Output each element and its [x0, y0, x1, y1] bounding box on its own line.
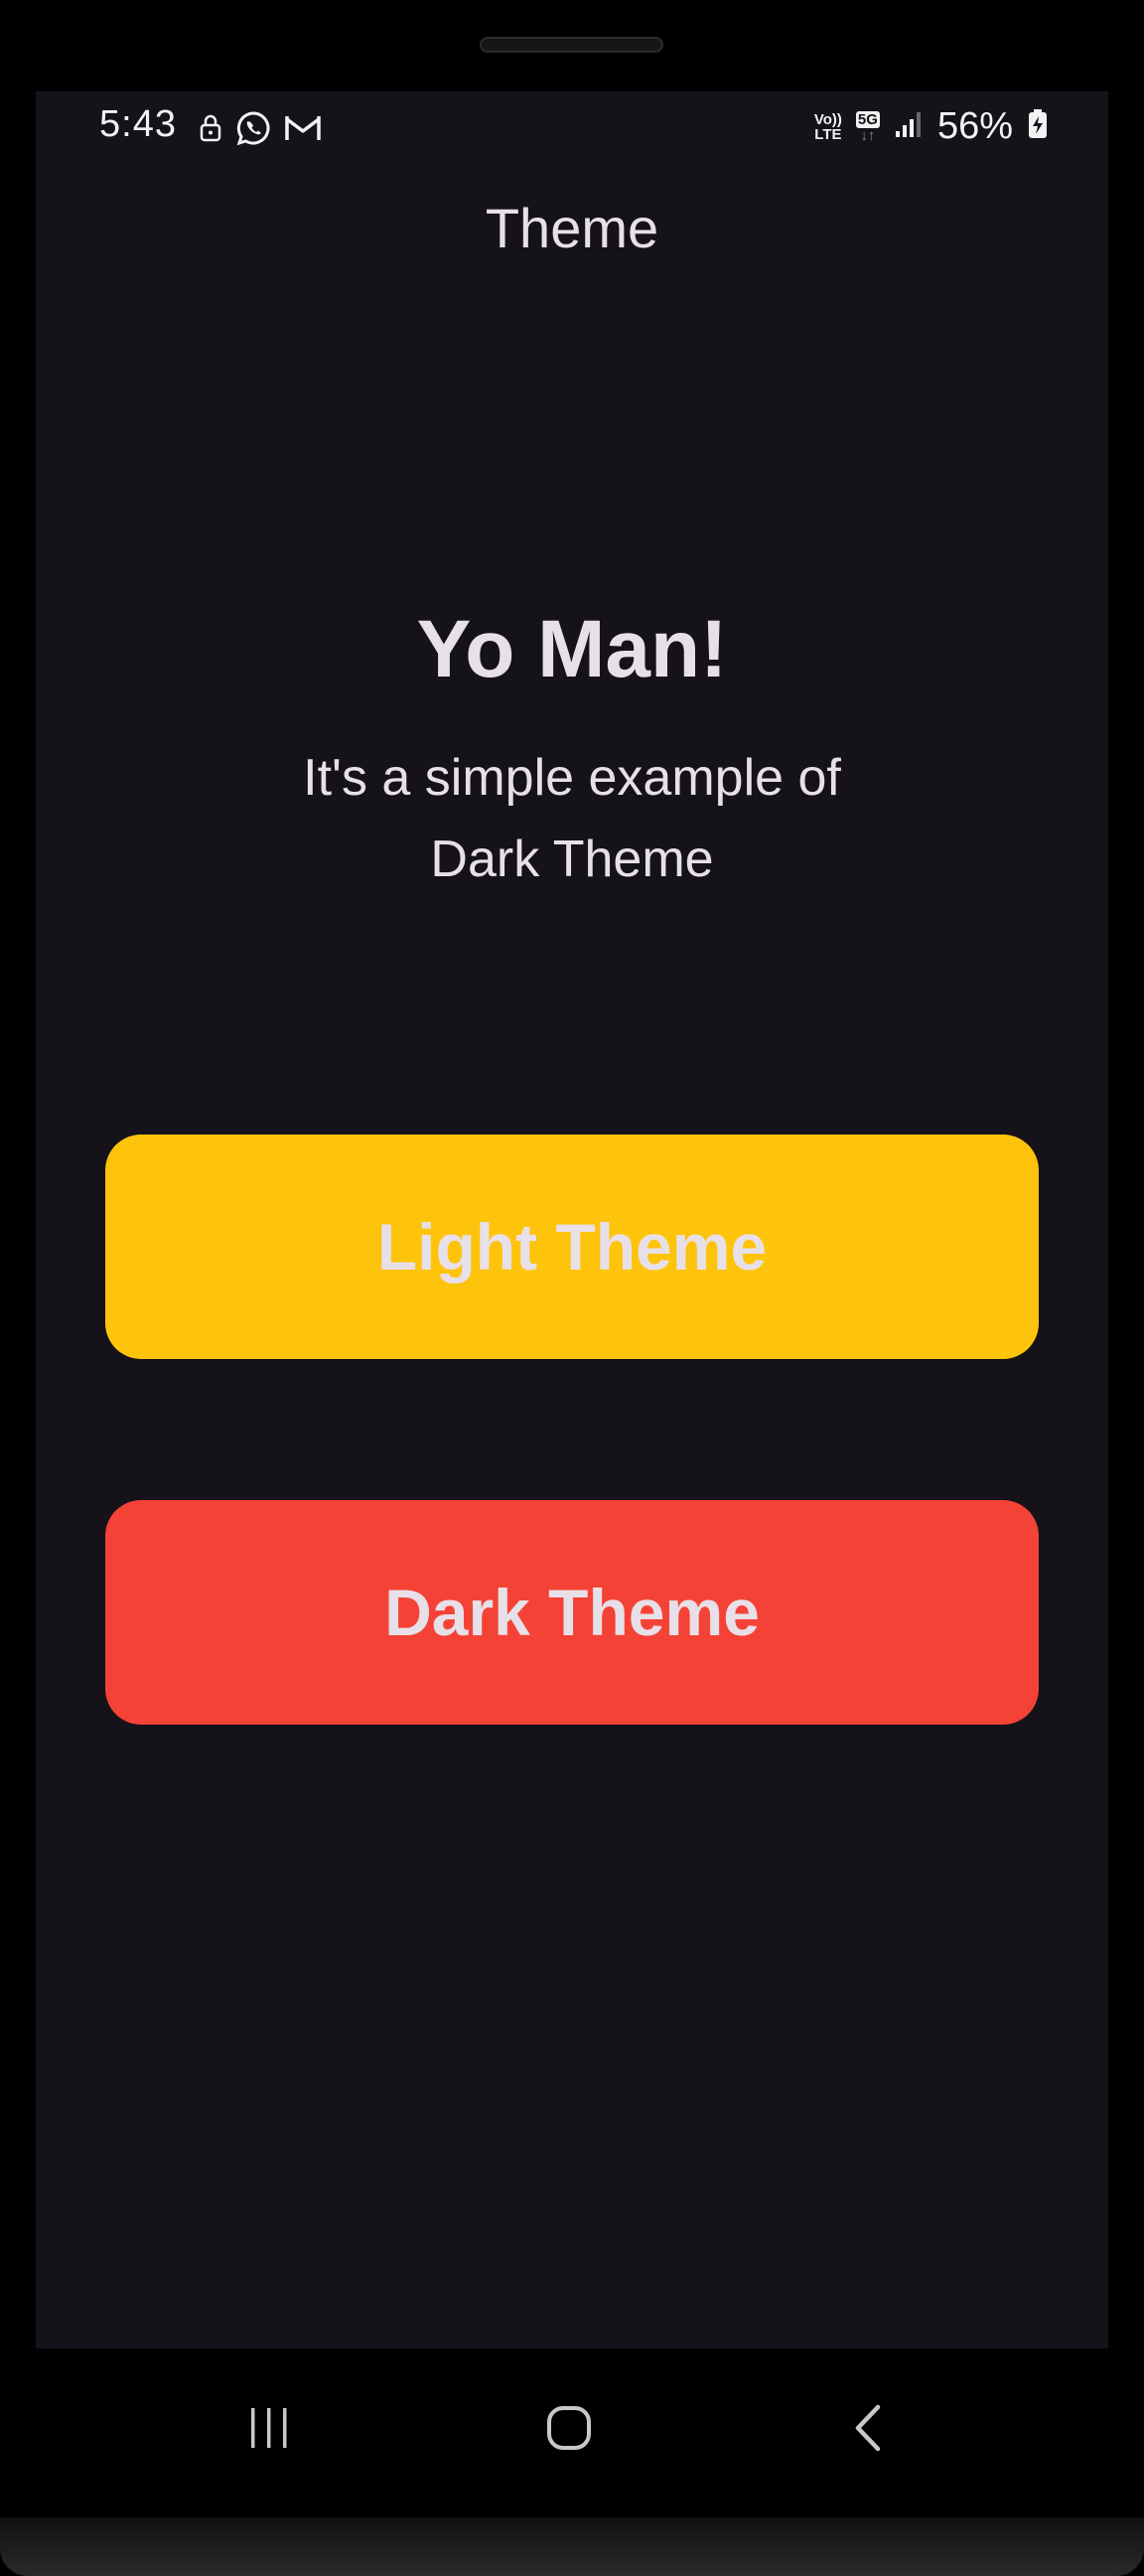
whatsapp-icon	[234, 109, 272, 152]
navigation-bar	[0, 2349, 1144, 2507]
notification-icons	[199, 109, 322, 152]
app-screen: 5:43 Vo)) LTE 5G ↓↑ 56% Theme Yo Man! It…	[36, 91, 1108, 2349]
home-icon[interactable]	[529, 2388, 609, 2468]
status-time: 5:43	[99, 103, 177, 145]
network-indicator: 5G ↓↑	[855, 110, 880, 144]
phone-frame: 5:43 Vo)) LTE 5G ↓↑ 56% Theme Yo Man! It…	[0, 0, 1144, 2576]
status-bar: 5:43 Vo)) LTE 5G ↓↑ 56%	[36, 91, 1108, 163]
earpiece-speaker	[480, 37, 663, 53]
gmail-icon	[284, 113, 322, 148]
dark-theme-button[interactable]: Dark Theme	[105, 1500, 1039, 1725]
recent-apps-icon[interactable]	[229, 2388, 309, 2468]
data-activity-icon: ↓↑	[860, 126, 876, 144]
signal-icon	[894, 109, 924, 144]
app-bar-title: Theme	[485, 197, 659, 259]
light-theme-button[interactable]: Light Theme	[105, 1135, 1039, 1359]
lock-icon	[199, 113, 222, 148]
back-icon[interactable]	[830, 2388, 910, 2468]
page-heading: Yo Man!	[416, 604, 728, 694]
bottom-bezel	[0, 2517, 1144, 2576]
battery-percentage: 56%	[936, 105, 1013, 147]
volte-indicator: Vo)) LTE	[813, 110, 842, 143]
page-subtitle: It's a simple example of Dark Theme	[303, 749, 841, 888]
battery-charging-icon	[1027, 108, 1049, 145]
system-icons: Vo)) LTE 5G ↓↑ 56%	[814, 105, 1049, 148]
